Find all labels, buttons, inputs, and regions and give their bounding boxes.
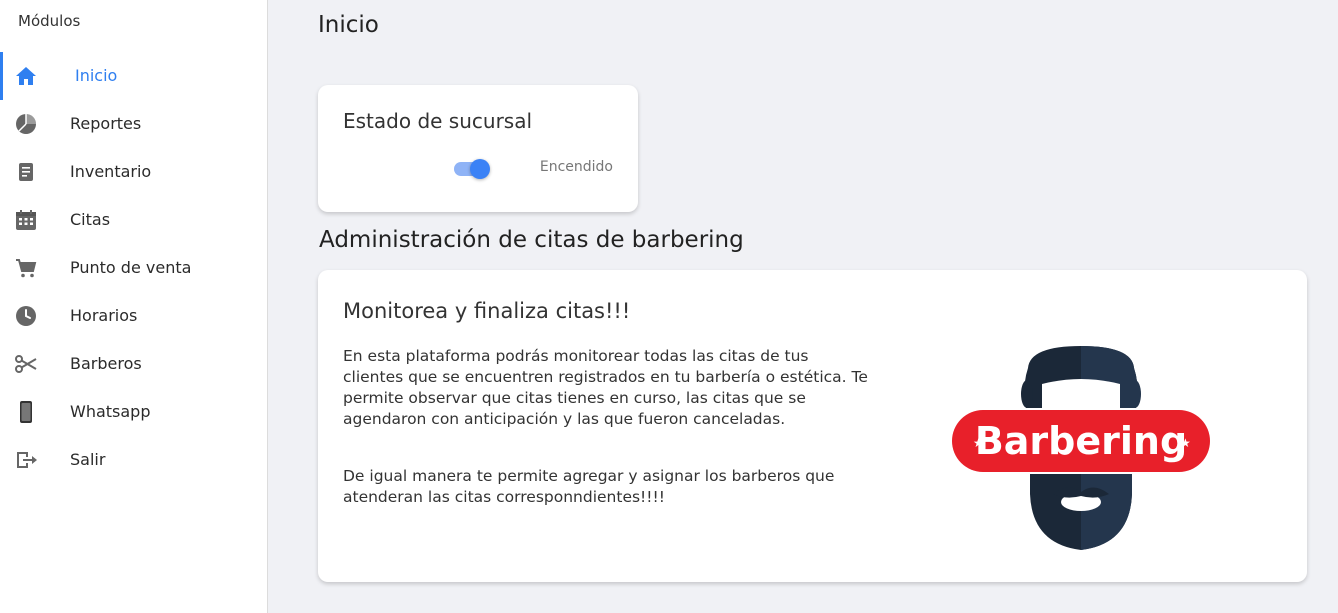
document-icon [14, 160, 38, 184]
sidebar-item-barberos[interactable]: Barberos [0, 340, 267, 388]
toggle-thumb [470, 159, 490, 179]
info-paragraph-2: De igual manera te permite agregar y asi… [343, 467, 835, 506]
sidebar-item-label: Whatsapp [70, 402, 151, 421]
branch-status-title: Estado de sucursal [343, 109, 533, 133]
sidebar-nav: Inicio Reportes Inventario Citas Punto d [0, 52, 267, 484]
sidebar-item-label: Citas [70, 210, 111, 229]
sidebar-item-inicio[interactable]: Inicio [0, 52, 267, 100]
sidebar-header: Módulos [18, 12, 81, 30]
scissors-icon [14, 352, 38, 376]
sidebar-item-reportes[interactable]: Reportes [0, 100, 267, 148]
sidebar-item-horarios[interactable]: Horarios [0, 292, 267, 340]
home-icon [14, 64, 38, 88]
branch-status-card: Estado de sucursal Encendido [318, 85, 638, 212]
clock-icon [14, 304, 38, 328]
sidebar-item-salir[interactable]: Salir [0, 436, 267, 484]
barbering-logo: ★ ★ Barbering [952, 346, 1210, 550]
calendar-icon [14, 208, 38, 232]
sidebar-item-label: Barberos [70, 354, 142, 373]
appointments-info-card: Monitorea y finaliza citas!!! En esta pl… [318, 270, 1307, 582]
exit-icon [14, 448, 38, 472]
cart-icon [14, 256, 38, 280]
sidebar-item-citas[interactable]: Citas [0, 196, 267, 244]
sidebar: Módulos Inicio Reportes Inventario Citas [0, 0, 268, 613]
section-title: Administración de citas de barbering [319, 227, 744, 253]
branch-status-label: Encendido [539, 159, 613, 175]
svg-text:Barbering: Barbering [975, 419, 1187, 463]
page-title: Inicio [318, 12, 379, 38]
branch-status-toggle[interactable] [454, 158, 490, 179]
pie-chart-icon [14, 112, 38, 136]
sidebar-item-label: Inventario [70, 162, 152, 181]
sidebar-item-label: Inicio [75, 66, 118, 85]
sidebar-item-label: Reportes [70, 114, 142, 133]
sidebar-item-label: Horarios [70, 306, 138, 325]
sidebar-item-punto-de-venta[interactable]: Punto de venta [0, 244, 267, 292]
sidebar-item-inventario[interactable]: Inventario [0, 148, 267, 196]
sidebar-item-label: Salir [70, 450, 106, 469]
info-card-title: Monitorea y finaliza citas!!! [343, 299, 631, 323]
info-paragraph-1: En esta plataforma podrás monitorear tod… [343, 347, 868, 428]
sidebar-item-label: Punto de venta [70, 258, 192, 277]
sidebar-item-whatsapp[interactable]: Whatsapp [0, 388, 267, 436]
phone-icon [14, 400, 38, 424]
